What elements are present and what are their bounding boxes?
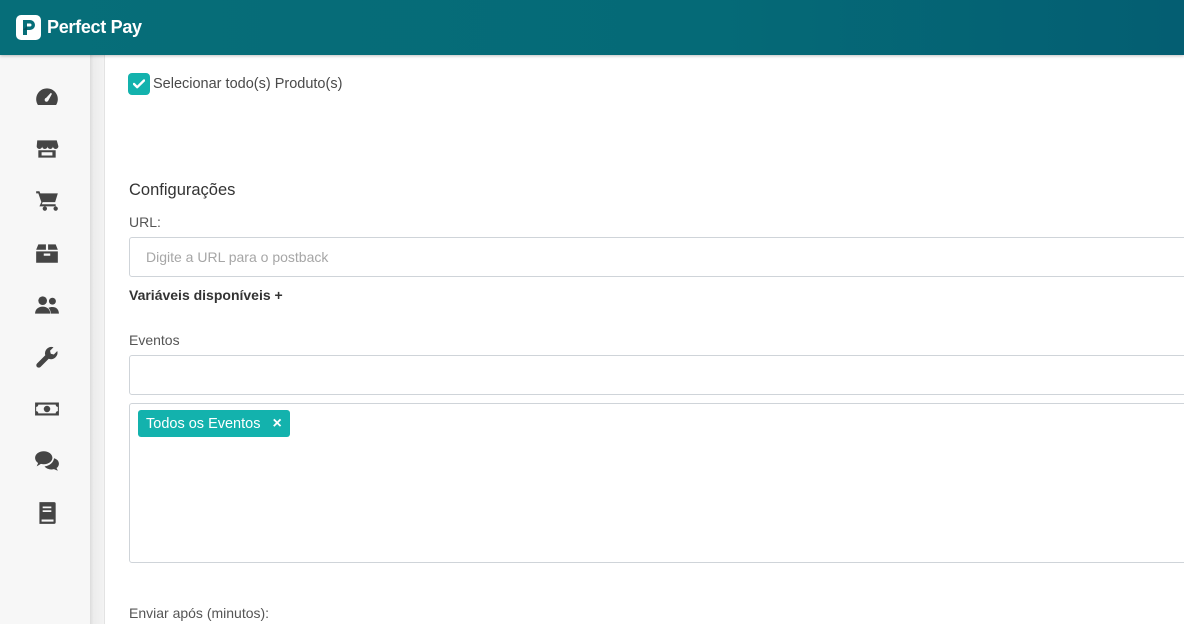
available-variables-toggle[interactable]: Variáveis disponíveis + xyxy=(129,287,283,303)
dashboard-icon xyxy=(36,88,58,106)
perfect-pay-logo-icon xyxy=(16,15,41,40)
sidebar-item-affiliates[interactable] xyxy=(33,291,61,319)
sidebar-item-finance[interactable] xyxy=(33,395,61,423)
cart-icon xyxy=(36,191,58,211)
brand-name: Perfect Pay xyxy=(47,17,142,37)
sidebar-divider xyxy=(90,55,105,624)
event-tag-label: Todos os Eventos xyxy=(146,415,261,432)
url-input[interactable] xyxy=(129,237,1184,277)
select-all-products[interactable]: Selecionar todo(s) Produto(s) xyxy=(128,73,342,95)
url-label: URL: xyxy=(129,214,161,230)
sidebar-item-support[interactable] xyxy=(33,447,61,475)
select-all-label: Selecionar todo(s) Produto(s) xyxy=(153,76,343,92)
events-label: Eventos xyxy=(129,332,180,348)
sidebar-item-tools[interactable] xyxy=(33,343,61,371)
chat-icon xyxy=(35,451,59,471)
send-after-label: Enviar após (minutos): xyxy=(129,605,270,621)
section-title-configuracoes: Configurações xyxy=(129,181,236,199)
users-icon xyxy=(35,296,59,314)
sidebar xyxy=(0,55,90,624)
postback-form: Selecionar todo(s) Produto(s) Configuraç… xyxy=(105,55,1184,624)
check-icon xyxy=(133,79,145,89)
top-bar: Perfect Pay xyxy=(0,0,1184,55)
money-icon xyxy=(35,402,59,416)
sidebar-item-products[interactable] xyxy=(33,239,61,267)
events-input[interactable] xyxy=(129,355,1184,395)
sidebar-item-store[interactable] xyxy=(33,135,61,163)
sidebar-item-dashboard[interactable] xyxy=(33,83,61,111)
selected-events-box[interactable]: Todos os Eventos × xyxy=(129,403,1184,563)
remove-tag-close-icon[interactable]: × xyxy=(272,415,281,432)
brand-logo[interactable]: Perfect Pay xyxy=(16,15,142,40)
sidebar-item-cart[interactable] xyxy=(33,187,61,215)
event-tag: Todos os Eventos × xyxy=(138,410,290,437)
store-icon xyxy=(36,140,59,158)
select-all-checkbox[interactable] xyxy=(128,73,150,95)
wrench-icon xyxy=(36,346,58,368)
sidebar-item-docs[interactable] xyxy=(33,499,61,527)
box-icon xyxy=(36,244,58,263)
book-icon xyxy=(39,502,56,524)
